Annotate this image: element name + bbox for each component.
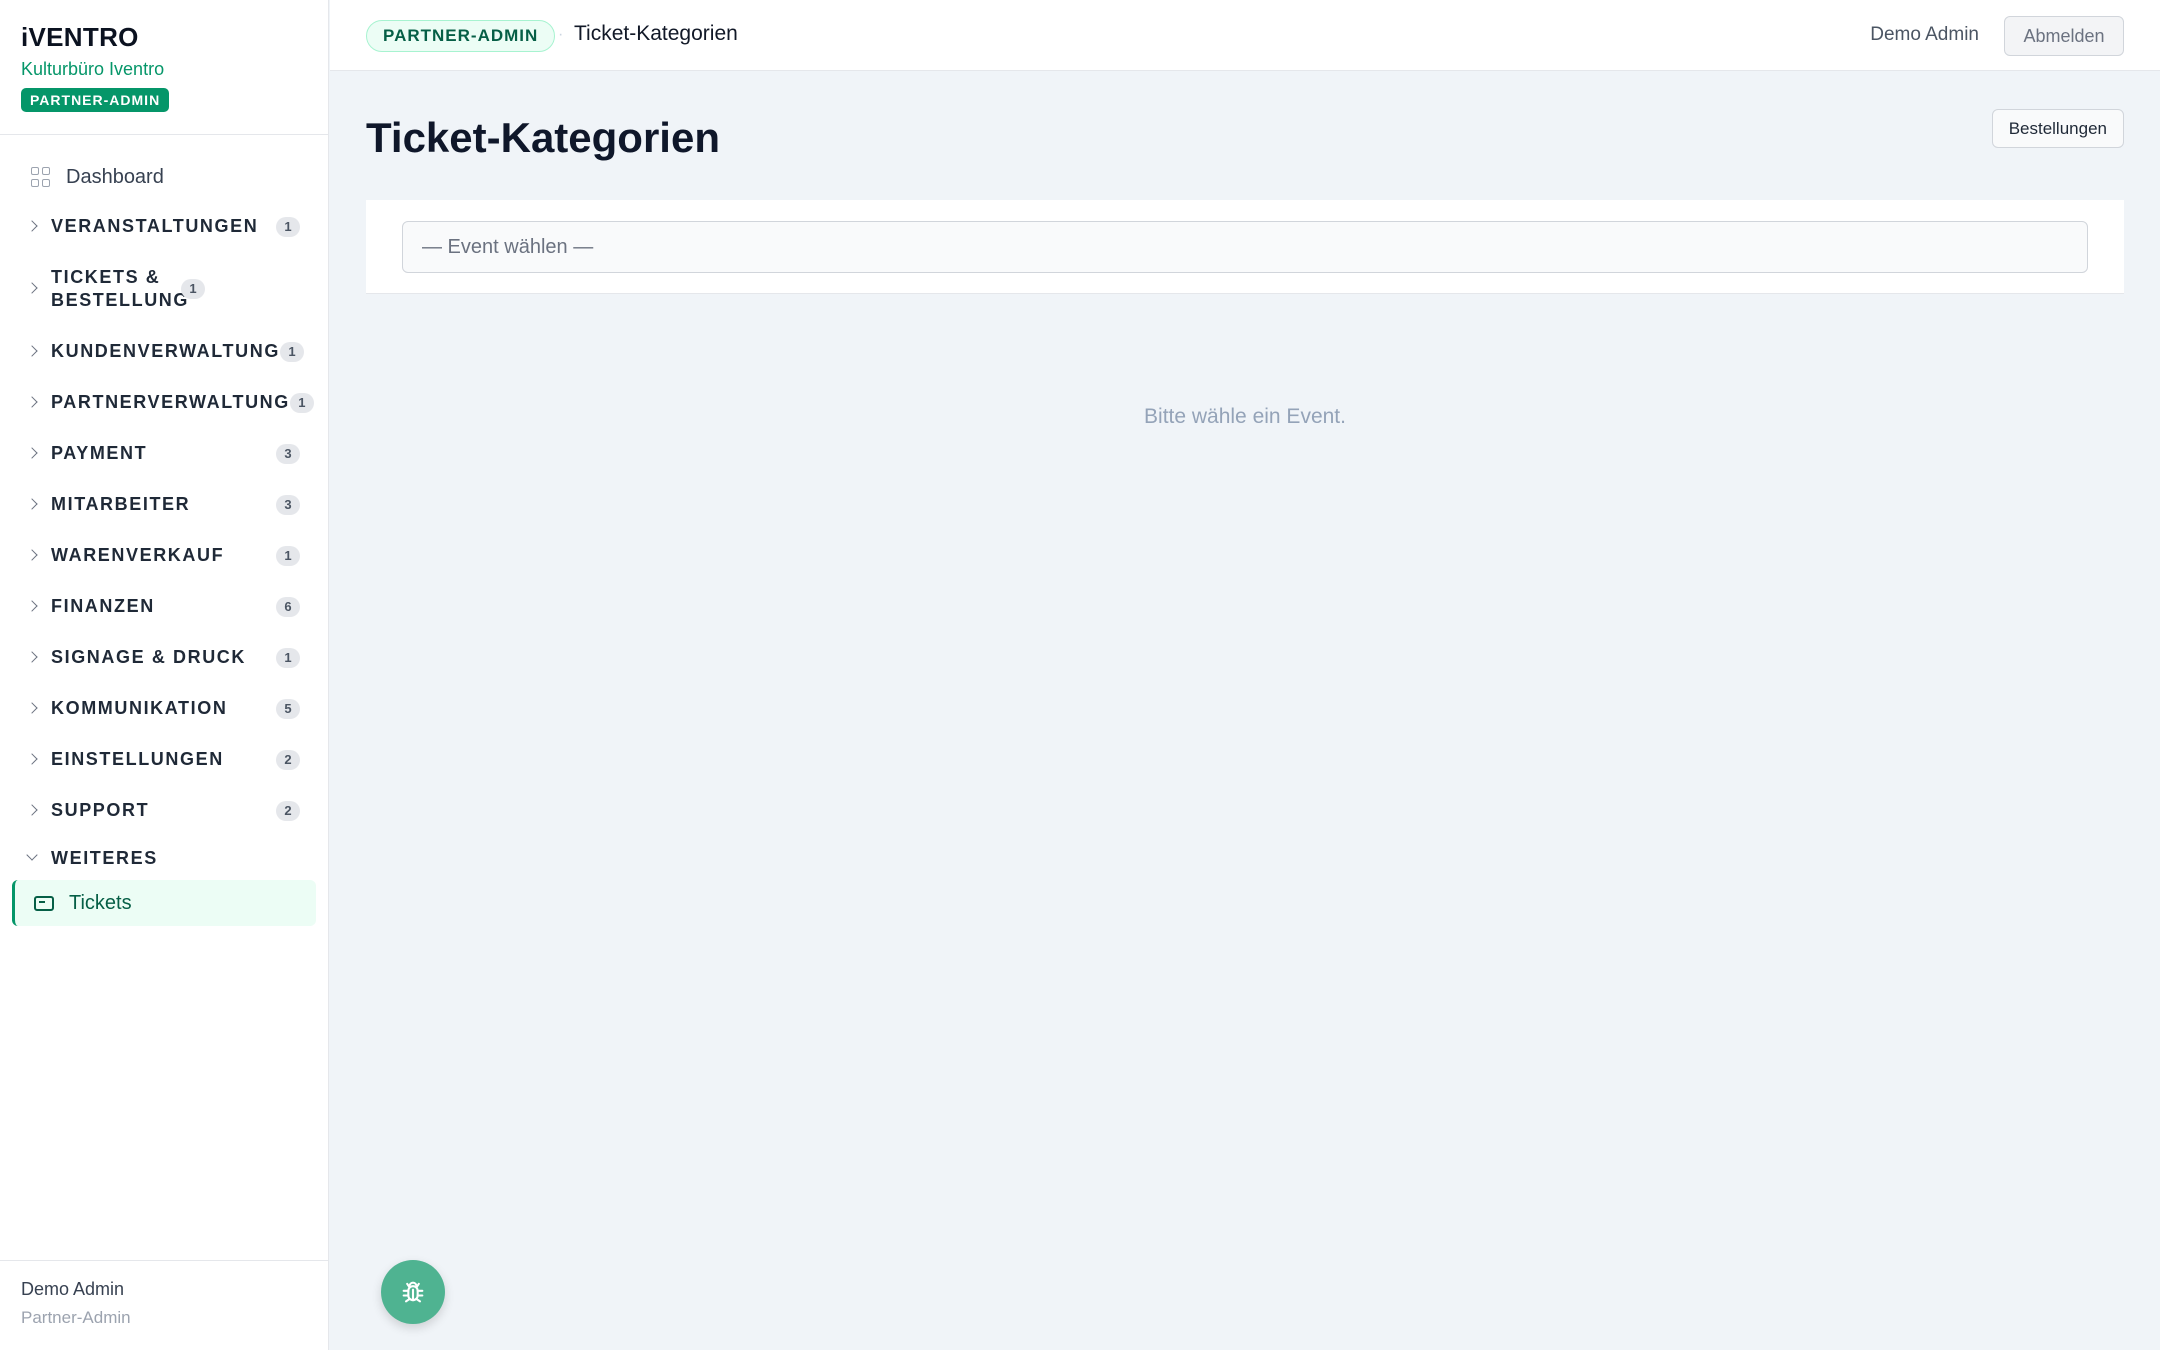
- sidebar-item-label: Dashboard: [66, 165, 164, 188]
- brand: iVENTRO Kulturbüro Iventro PARTNER-ADMIN: [0, 0, 328, 135]
- count-badge: 2: [276, 749, 300, 770]
- count-badge: 1: [276, 647, 300, 668]
- chevron-right-icon: [26, 548, 38, 561]
- sidebar-group-label: SIGNAGE & DRUCK: [51, 647, 247, 667]
- ticket-icon: [34, 895, 54, 911]
- sidebar: iVENTRO Kulturbüro Iventro PARTNER-ADMIN…: [0, 0, 329, 1350]
- sidebar-group-signage-druck[interactable]: SIGNAGE & DRUCK 1: [0, 632, 328, 683]
- sidebar-group-label: WEITERES: [51, 847, 158, 868]
- sidebar-user-info: Demo Admin Partner-Admin: [0, 1260, 328, 1350]
- chevron-right-icon: [26, 803, 38, 816]
- dashboard-grid-icon: [31, 167, 51, 187]
- brand-logo[interactable]: iVENTRO: [21, 22, 307, 53]
- chevron-right-icon: [26, 395, 38, 408]
- sidebar-group-label: SUPPORT: [51, 800, 150, 820]
- sidebar-group-label: KOMMUNIKATION: [51, 698, 228, 718]
- sidebar-item-dashboard[interactable]: Dashboard: [0, 153, 328, 201]
- sidebar-group-payment[interactable]: PAYMENT 3: [0, 428, 328, 479]
- chevron-down-icon: [26, 849, 38, 861]
- chevron-right-icon: [26, 599, 38, 612]
- count-badge: 1: [181, 279, 205, 299]
- orders-button[interactable]: Bestellungen: [1991, 109, 2124, 148]
- count-badge: 5: [276, 698, 300, 719]
- count-badge: 2: [276, 800, 300, 821]
- sidebar-group-partnerverwaltung[interactable]: PARTNERVERWALTUNG 1: [0, 377, 328, 428]
- sidebar-group-label: VERANSTALTUNGEN: [51, 216, 259, 236]
- chevron-right-icon: [26, 650, 38, 663]
- sidebar-group-label: FINANZEN: [51, 596, 155, 616]
- count-badge: 6: [276, 596, 300, 617]
- sidebar-group-label: MITARBEITER: [51, 494, 191, 514]
- app: iVENTRO Kulturbüro Iventro PARTNER-ADMIN…: [0, 0, 2160, 1350]
- top-bar: PARTNER-ADMIN · Ticket-Kategorien Demo A…: [330, 0, 2160, 71]
- sidebar-group-support[interactable]: SUPPORT 2: [0, 785, 328, 836]
- sidebar-nav: Dashboard VERANSTALTUNGEN 1 TICKETS & BE…: [0, 135, 328, 926]
- sidebar-group-warenverkauf[interactable]: WARENVERKAUF 1: [0, 530, 328, 581]
- chevron-right-icon: [26, 497, 38, 510]
- chevron-right-icon: [26, 752, 38, 765]
- filter-card: — Event wählen —: [366, 200, 2124, 294]
- chevron-right-icon: [26, 282, 38, 294]
- sidebar-group-label: TICKETS & BESTELLUNG: [51, 267, 190, 310]
- sidebar-group-kundenverwaltung[interactable]: KUNDENVERWALTUNG 1: [0, 326, 328, 377]
- role-pill: PARTNER-ADMIN: [366, 20, 556, 52]
- count-badge: 3: [276, 494, 300, 515]
- chevron-right-icon: [26, 701, 38, 714]
- role-badge: PARTNER-ADMIN: [21, 88, 170, 112]
- bug-report-button[interactable]: [381, 1260, 445, 1324]
- chevron-right-icon: [26, 344, 38, 357]
- sidebar-group-mitarbeiter[interactable]: MITARBEITER 3: [0, 479, 328, 530]
- sidebar-group-label: EINSTELLUNGEN: [51, 749, 224, 769]
- main-content: Ticket-Kategorien Bestellungen — Event w…: [330, 72, 2160, 1350]
- breadcrumb-separator: ·: [558, 26, 564, 43]
- count-badge: 1: [276, 216, 300, 237]
- chevron-right-icon: [26, 219, 38, 232]
- sidebar-item-label: Tickets: [69, 891, 132, 914]
- sidebar-group-tickets-bestellung[interactable]: TICKETS & BESTELLUNG 1: [0, 252, 328, 326]
- page-title: Ticket-Kategorien: [366, 114, 720, 161]
- sidebar-group-label: KUNDENVERWALTUNG: [51, 341, 280, 361]
- sidebar-group-label: PAYMENT: [51, 443, 148, 463]
- sidebar-group-weiteres[interactable]: WEITERES: [0, 836, 328, 880]
- bug-icon: [402, 1281, 424, 1303]
- organization-name: Kulturbüro Iventro: [21, 59, 165, 79]
- count-badge: 1: [289, 392, 314, 413]
- chevron-right-icon: [26, 446, 38, 459]
- count-badge: 1: [276, 545, 300, 566]
- user-role: Partner-Admin: [21, 1308, 131, 1327]
- count-badge: 3: [276, 443, 300, 464]
- current-user-name: Demo Admin: [1870, 24, 1979, 45]
- empty-state-message: Bitte wähle ein Event.: [1144, 405, 1346, 428]
- sidebar-group-finanzen[interactable]: FINANZEN 6: [0, 581, 328, 632]
- count-badge: 1: [279, 341, 304, 362]
- logout-button[interactable]: Abmelden: [2004, 16, 2124, 56]
- sidebar-group-label: PARTNERVERWALTUNG: [51, 392, 290, 412]
- sidebar-group-label: WARENVERKAUF: [51, 545, 225, 565]
- sidebar-group-kommunikation[interactable]: KOMMUNIKATION 5: [0, 683, 328, 734]
- event-select[interactable]: — Event wählen —: [402, 221, 2088, 273]
- sidebar-item-tickets[interactable]: Tickets: [12, 880, 316, 926]
- breadcrumb-title: Ticket-Kategorien: [574, 22, 738, 45]
- sidebar-group-einstellungen[interactable]: EINSTELLUNGEN 2: [0, 734, 328, 785]
- sidebar-group-veranstaltungen[interactable]: VERANSTALTUNGEN 1: [0, 201, 328, 252]
- user-name: Demo Admin: [21, 1279, 125, 1299]
